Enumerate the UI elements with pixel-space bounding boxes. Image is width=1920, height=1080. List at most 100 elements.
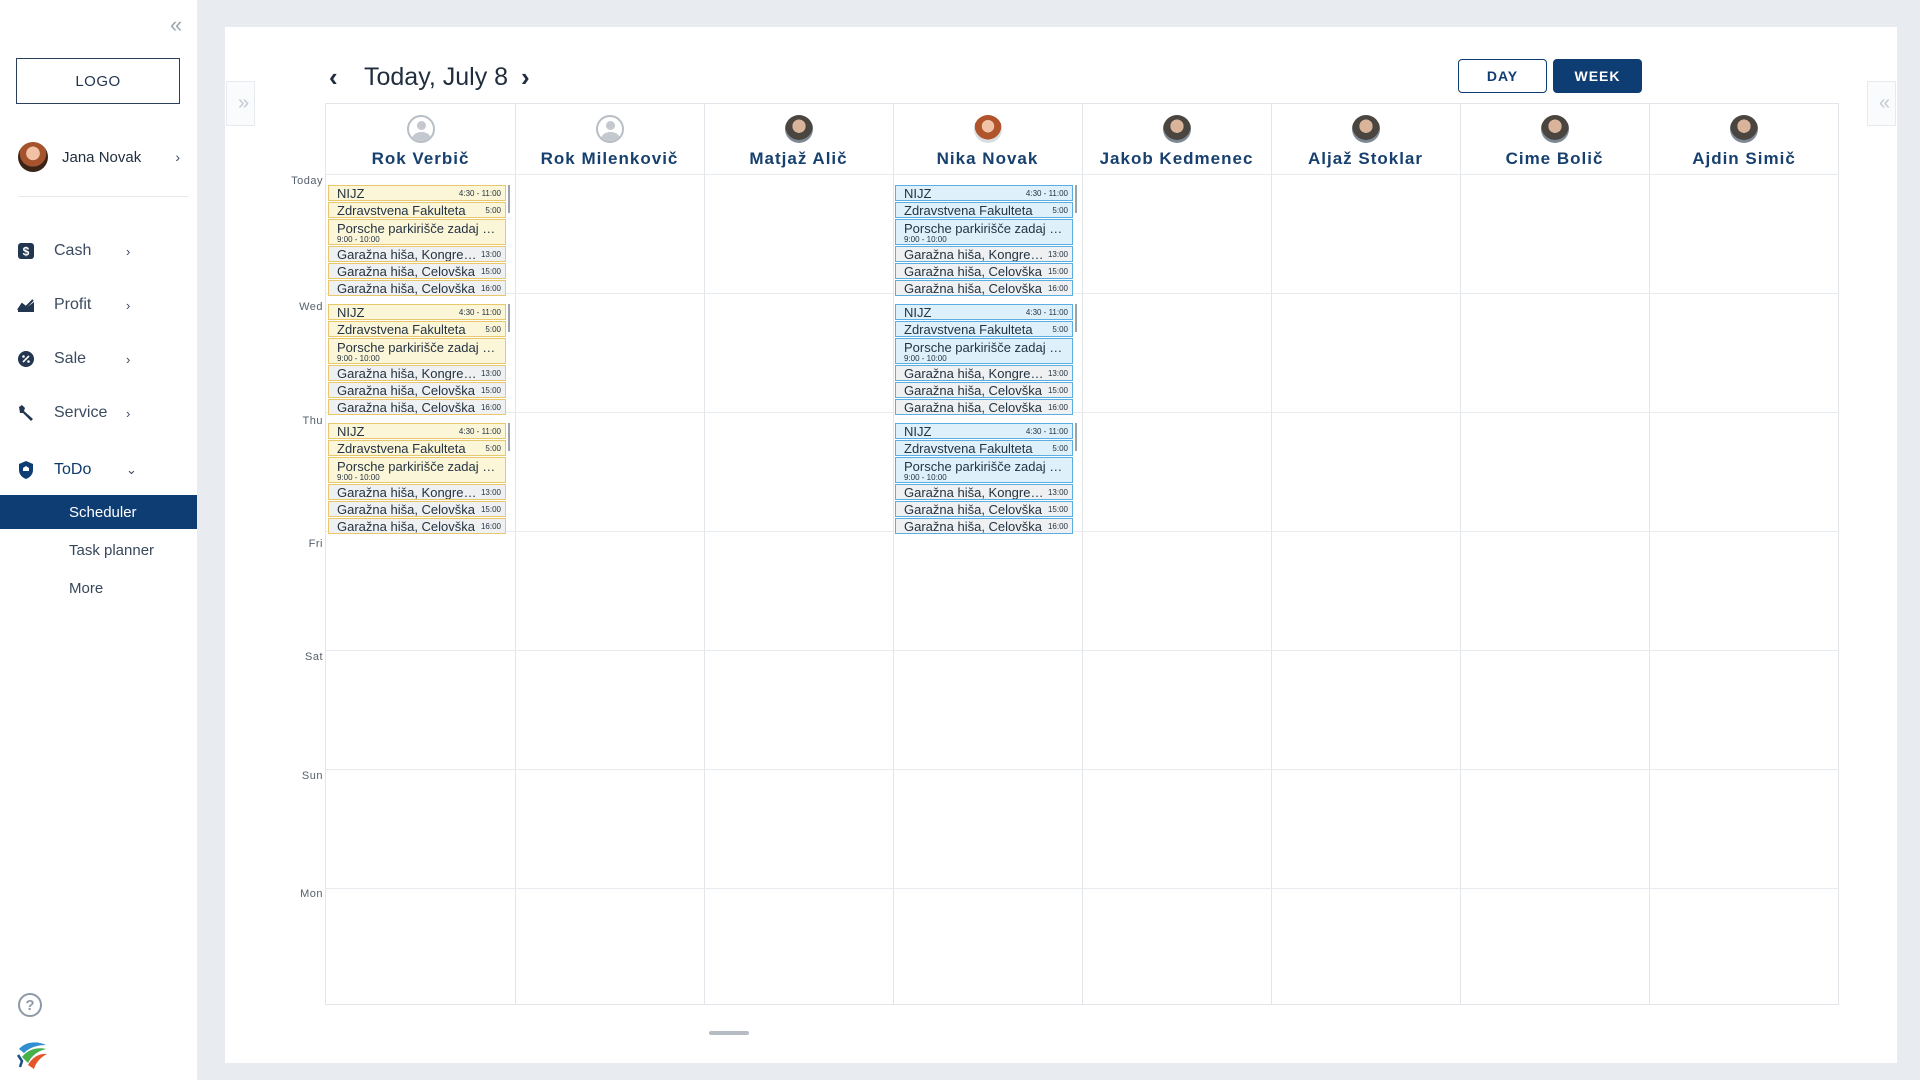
column-divider	[1082, 104, 1083, 1004]
event-title: Zdravstvena Fakulteta	[904, 202, 1033, 218]
day-label: Fri	[308, 538, 323, 550]
event-time: 16:00	[1047, 521, 1068, 531]
collapse-sidebar-icon[interactable]: «	[170, 14, 183, 36]
event-item[interactable]: Garažna hiša, Celovška 15:00	[328, 501, 506, 517]
resource-name: Jakob Kedmenec	[1099, 149, 1254, 168]
event-time: 5:00	[485, 443, 501, 453]
event-item[interactable]: Zdravstvena Fakulteta 5:00	[895, 321, 1073, 337]
chevron-down-icon: ⌄	[126, 462, 137, 477]
event-title: Garažna hiša, Celovška	[337, 382, 476, 398]
resource-header[interactable]: Nika Novak	[893, 104, 1082, 174]
event-time: 13:00	[1047, 487, 1068, 497]
event-item[interactable]: Garažna hiša, Kongresni... 13:00	[895, 365, 1073, 381]
resource-header[interactable]: Aljaž Stoklar	[1271, 104, 1460, 174]
user-menu[interactable]: Jana Novak ›	[18, 140, 180, 174]
event-time: 5:00	[1052, 443, 1068, 453]
view-week-button[interactable]: WEEK	[1553, 59, 1642, 93]
event-item[interactable]: Zdravstvena Fakulteta 5:00	[328, 440, 506, 456]
resource-header[interactable]: Rok Verbič	[326, 104, 515, 174]
event-title: Garažna hiša, Kongresni...	[904, 484, 1046, 500]
event-item[interactable]: Porsche parkirišče zadaj pri... 9:00 - 10…	[895, 219, 1073, 245]
event-time: 4:30 - 11:00	[458, 307, 501, 317]
avatar	[18, 142, 48, 172]
event-item[interactable]: Zdravstvena Fakulteta 5:00	[328, 202, 506, 218]
event-time: 16:00	[480, 283, 501, 293]
avatar	[784, 115, 813, 143]
resize-handle[interactable]	[709, 1031, 749, 1035]
event-overflow-indicator	[1075, 185, 1077, 213]
view-day-button[interactable]: DAY	[1458, 59, 1547, 93]
event-time: 13:00	[1047, 249, 1068, 259]
event-title: Porsche parkirišče zadaj pri...	[337, 459, 501, 474]
event-item[interactable]: Garažna hiša, Celovška 16:00	[328, 280, 506, 296]
event-time: 9:00 - 10:00	[904, 235, 947, 244]
resource-header[interactable]: Cime Bolič	[1460, 104, 1649, 174]
brand-icon	[16, 1042, 47, 1069]
sidebar-subitem-scheduler[interactable]: Scheduler	[0, 495, 197, 529]
resource-header[interactable]: Ajdin Simič	[1649, 104, 1839, 174]
event-item[interactable]: NIJZ 4:30 - 11:00	[328, 423, 506, 439]
event-item[interactable]: Garažna hiša, Celovška 15:00	[895, 382, 1073, 398]
sidebar-subitem-more[interactable]: More	[0, 571, 197, 605]
expand-left-icon[interactable]: »	[226, 81, 255, 126]
event-item[interactable]: NIJZ 4:30 - 11:00	[895, 185, 1073, 201]
event-item[interactable]: NIJZ 4:30 - 11:00	[895, 423, 1073, 439]
help-icon[interactable]: ?	[18, 993, 42, 1017]
sidebar-subitem-task-planner[interactable]: Task planner	[0, 533, 197, 567]
avatar	[406, 115, 435, 143]
event-item[interactable]: Porsche parkirišče zadaj pri... 9:00 - 10…	[328, 219, 506, 245]
event-item[interactable]: Porsche parkirišče zadaj pri... 9:00 - 10…	[895, 338, 1073, 364]
resource-header[interactable]: Rok Milenkovič	[515, 104, 704, 174]
event-time: 5:00	[1052, 205, 1068, 215]
event-title: Garažna hiša, Celovška	[337, 399, 476, 415]
sidebar-item-todo[interactable]: ToDo ⌄	[16, 452, 186, 488]
sidebar-item-label: Cash	[54, 242, 92, 259]
event-item[interactable]: NIJZ 4:30 - 11:00	[328, 185, 506, 201]
event-time: 5:00	[485, 205, 501, 215]
resource-name: Ajdin Simič	[1692, 149, 1796, 168]
next-date-button[interactable]: ›	[521, 62, 530, 93]
sidebar-item-service[interactable]: Service ›	[16, 395, 186, 431]
event-item[interactable]: Garažna hiša, Kongresni... 13:00	[895, 246, 1073, 262]
prev-date-button[interactable]: ‹	[329, 62, 338, 93]
event-item[interactable]: Porsche parkirišče zadaj pri... 9:00 - 10…	[895, 457, 1073, 483]
event-title: Garažna hiša, Kongresni...	[337, 365, 479, 381]
event-item[interactable]: Garažna hiša, Celovška 16:00	[895, 280, 1073, 296]
event-item[interactable]: Garažna hiša, Celovška 15:00	[895, 501, 1073, 517]
chevron-right-icon: ›	[126, 351, 131, 367]
event-item[interactable]: Garažna hiša, Celovška 15:00	[328, 382, 506, 398]
event-time: 13:00	[480, 249, 501, 259]
collapse-right-icon[interactable]: «	[1867, 81, 1896, 126]
event-item[interactable]: NIJZ 4:30 - 11:00	[895, 304, 1073, 320]
event-title: Garažna hiša, Celovška	[337, 518, 476, 534]
event-item[interactable]: Garažna hiša, Celovška 16:00	[328, 399, 506, 415]
event-item[interactable]: Garažna hiša, Kongresni... 13:00	[328, 246, 506, 262]
event-item[interactable]: NIJZ 4:30 - 11:00	[328, 304, 506, 320]
event-item[interactable]: Porsche parkirišče zadaj pri... 9:00 - 10…	[328, 338, 506, 364]
event-item[interactable]: Garažna hiša, Celovška 16:00	[895, 518, 1073, 534]
sidebar-item-cash[interactable]: $ Cash ›	[16, 233, 186, 269]
event-title: Zdravstvena Fakulteta	[337, 321, 466, 337]
sidebar-item-sale[interactable]: Sale ›	[16, 341, 186, 377]
event-item[interactable]: Garažna hiša, Celovška 15:00	[895, 263, 1073, 279]
event-item[interactable]: Garažna hiša, Celovška 16:00	[895, 399, 1073, 415]
column-divider	[893, 104, 894, 1004]
day-label: Thu	[302, 415, 323, 427]
event-item[interactable]: Garažna hiša, Kongresni... 13:00	[328, 365, 506, 381]
resource-header[interactable]: Matjaž Alič	[704, 104, 893, 174]
resource-name: Matjaž Alič	[749, 149, 848, 168]
event-item[interactable]: Garažna hiša, Kongresni... 13:00	[328, 484, 506, 500]
event-item[interactable]: Zdravstvena Fakulteta 5:00	[328, 321, 506, 337]
event-title: Garažna hiša, Celovška	[904, 518, 1043, 534]
event-item[interactable]: Porsche parkirišče zadaj pri... 9:00 - 10…	[328, 457, 506, 483]
event-item[interactable]: Garažna hiša, Celovška 15:00	[328, 263, 506, 279]
event-title: NIJZ	[337, 423, 365, 439]
sidebar-item-label: ToDo	[54, 461, 92, 478]
sidebar-item-profit[interactable]: Profit ›	[16, 287, 186, 323]
event-item[interactable]: Zdravstvena Fakulteta 5:00	[895, 440, 1073, 456]
event-item[interactable]: Garažna hiša, Kongresni... 13:00	[895, 484, 1073, 500]
event-item[interactable]: Zdravstvena Fakulteta 5:00	[895, 202, 1073, 218]
resource-header[interactable]: Jakob Kedmenec	[1082, 104, 1271, 174]
event-item[interactable]: Garažna hiša, Celovška 16:00	[328, 518, 506, 534]
chevron-right-icon: ›	[126, 405, 131, 421]
